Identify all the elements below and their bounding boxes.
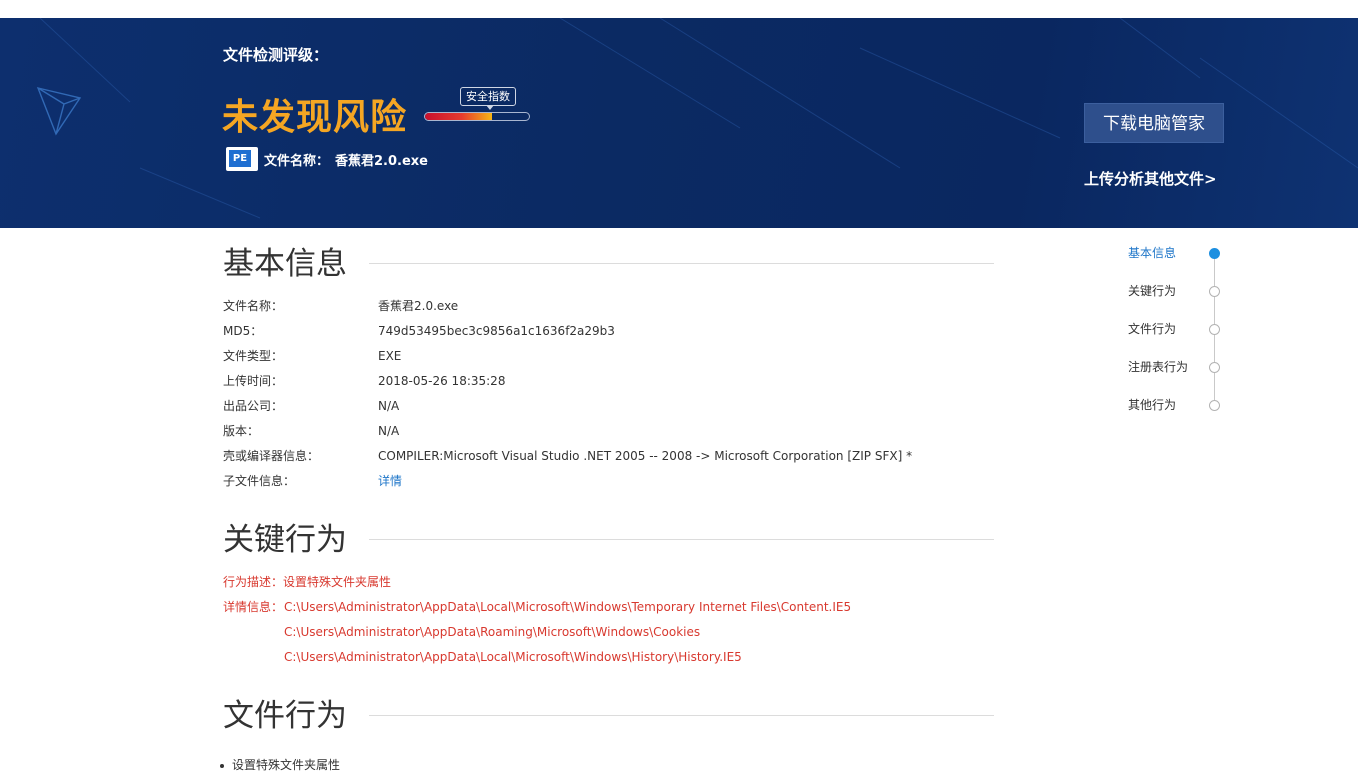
nav-dot-icon	[1209, 286, 1220, 297]
pe-file-icon-text: PE	[229, 150, 251, 167]
file-behavior-item-text: 设置特殊文件夹属性	[232, 758, 341, 772]
banner-filename: 文件名称： 香蕉君2.0.exe	[264, 150, 428, 169]
bullet-dot-icon	[220, 763, 224, 768]
banner-filename-value: 香蕉君2.0.exe	[335, 154, 429, 169]
info-label: MD5：	[223, 324, 263, 338]
info-value: 香蕉君2.0.exe	[378, 299, 459, 313]
behavior-detail-path: C:\Users\Administrator\AppData\Local\Mic…	[284, 650, 742, 664]
rating-label: 文件检测评级：	[223, 46, 329, 64]
side-nav-label: 基本信息	[1128, 246, 1177, 260]
result-banner: 文件检测评级： 未发现风险 安全指数 PE 文件名称： 香蕉君2.0.exe 下载…	[0, 18, 1358, 228]
nav-dot-icon	[1209, 248, 1220, 259]
safety-index-bar	[424, 112, 530, 121]
info-label: 上传时间：	[223, 374, 284, 388]
side-nav-item-key-behavior[interactable]: 关键行为	[1128, 281, 1228, 301]
key-behavior-divider	[369, 539, 994, 540]
behavior-detail-path: C:\Users\Administrator\AppData\Local\Mic…	[284, 600, 852, 614]
nav-dot-icon	[1209, 362, 1220, 373]
info-label: 子文件信息：	[223, 474, 296, 488]
info-value: N/A	[378, 399, 400, 413]
side-nav-item-other-behavior[interactable]: 其他行为	[1128, 395, 1228, 415]
nav-dot-icon	[1209, 400, 1220, 411]
risk-status: 未发现风险	[222, 97, 408, 138]
info-value: EXE	[378, 349, 402, 363]
behavior-desc-value: 设置特殊文件夹属性	[283, 575, 392, 589]
info-label: 文件名称：	[223, 299, 284, 313]
basic-info-title: 基本信息	[223, 246, 347, 282]
side-nav-label: 其他行为	[1128, 398, 1177, 412]
subfile-details-link[interactable]: 详情	[378, 471, 402, 491]
key-behavior-title: 关键行为	[223, 522, 347, 558]
file-behavior-title: 文件行为	[223, 698, 347, 734]
triangle-logo-icon	[36, 87, 82, 136]
basic-info-divider	[369, 263, 994, 264]
info-value: 749d53495bec3c9856a1c1636f2a29b3	[378, 324, 615, 338]
nav-dot-icon	[1209, 324, 1220, 335]
behavior-description: 行为描述：设置特殊文件夹属性	[223, 572, 391, 592]
banner-filename-label: 文件名称：	[264, 154, 330, 169]
behavior-detail-label: 详情信息：	[223, 600, 284, 614]
upload-other-file-link[interactable]: 上传分析其他文件>	[1084, 168, 1217, 189]
behavior-detail-path: C:\Users\Administrator\AppData\Roaming\M…	[284, 625, 701, 639]
file-behavior-divider	[369, 715, 994, 716]
top-gap	[0, 0, 1358, 18]
side-nav-label: 关键行为	[1128, 284, 1177, 298]
info-value: COMPILER:Microsoft Visual Studio .NET 20…	[378, 449, 913, 463]
behavior-desc-label: 行为描述：	[223, 575, 284, 589]
side-nav-item-basic-info[interactable]: 基本信息	[1128, 243, 1228, 263]
safety-index-fill	[425, 113, 492, 120]
side-nav-item-file-behavior[interactable]: 文件行为	[1128, 319, 1228, 339]
side-nav-label: 注册表行为	[1128, 360, 1189, 374]
info-label: 壳或编译器信息：	[223, 449, 320, 463]
info-label: 版本：	[223, 424, 260, 438]
side-nav-label: 文件行为	[1128, 322, 1177, 336]
pe-file-icon: PE	[226, 147, 258, 171]
info-label: 文件类型：	[223, 349, 284, 363]
file-behavior-item: 设置特殊文件夹属性	[220, 755, 340, 775]
safety-index-tooltip: 安全指数	[460, 87, 516, 110]
info-value: 2018-05-26 18:35:28	[378, 374, 506, 388]
section-side-nav: 基本信息 关键行为 文件行为 注册表行为 其他行为	[1128, 243, 1228, 423]
download-pc-manager-button[interactable]: 下载电脑管家	[1084, 103, 1224, 143]
info-value: N/A	[378, 424, 400, 438]
info-label: 出品公司：	[223, 399, 284, 413]
side-nav-item-registry-behavior[interactable]: 注册表行为	[1128, 357, 1228, 377]
